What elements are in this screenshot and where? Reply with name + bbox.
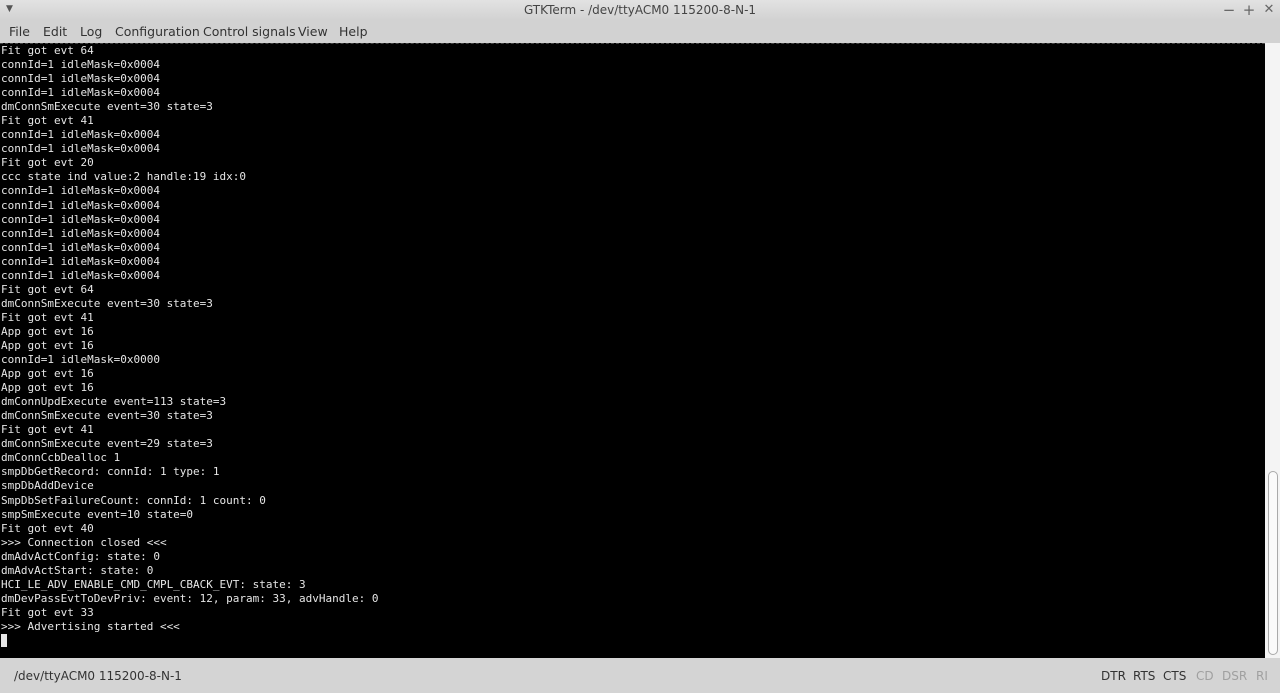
menu-help[interactable]: Help	[339, 24, 368, 39]
terminal-line: connId=1 idleMask=0x0004	[1, 254, 160, 268]
menu-view[interactable]: View	[298, 24, 328, 39]
terminal-line: dmConnUpdExecute event=113 state=3	[1, 395, 227, 409]
terminal-line: Fit got evt 20	[1, 156, 94, 170]
terminal-line: dmDevPassEvtToDevPriv: event: 12, param:…	[1, 591, 379, 605]
scrollbar-thumb[interactable]	[1268, 471, 1278, 655]
terminal-line: >>> Connection closed <<<	[1, 535, 167, 549]
vertical-scrollbar[interactable]	[1265, 43, 1280, 658]
terminal-line: connId=1 idleMask=0x0004	[1, 142, 160, 156]
terminal-line: Fit got evt 33	[1, 605, 94, 619]
window-title: GTKTerm - /dev/ttyACM0 115200-8-N-1	[523, 3, 757, 17]
terminal-line: Fit got evt 41	[1, 310, 94, 324]
terminal-line: dmConnSmExecute event=30 state=3	[1, 296, 213, 310]
menu-control-signals[interactable]: Control signals	[203, 24, 296, 39]
terminal-line: connId=1 idleMask=0x0004	[1, 212, 160, 226]
terminal-line: smpDbAddDevice	[1, 479, 94, 493]
menu-log[interactable]: Log	[80, 24, 102, 39]
terminal-line: smpDbGetRecord: connId: 1 type: 1	[1, 465, 220, 479]
terminal-line: connId=1 idleMask=0x0004	[1, 198, 160, 212]
terminal-line: App got evt 16	[1, 367, 94, 381]
terminal-line: connId=1 idleMask=0x0004	[1, 86, 160, 100]
signal-rts: RTS	[1133, 669, 1156, 683]
port-settings-label: /dev/ttyACM0 115200-8-N-1	[14, 669, 182, 683]
signal-dtr: DTR	[1101, 669, 1126, 683]
minimize-button[interactable]: −	[1221, 1, 1237, 19]
terminal-output[interactable]: Fit got evt 64 connId=1 idleMask=0x0004 co…	[0, 43, 1265, 658]
terminal-lines: Fit got evt 64 connId=1 idleMask=0x0004 co…	[1, 44, 379, 648]
terminal-line: dmAdvActConfig: state: 0	[1, 549, 160, 563]
terminal-line: Fit got evt 64	[1, 282, 94, 296]
terminal-line: dmConnSmExecute event=29 state=3	[1, 437, 213, 451]
close-button[interactable]: ✕	[1261, 2, 1277, 17]
signal-cts: CTS	[1163, 669, 1187, 683]
maximize-button[interactable]: +	[1241, 1, 1257, 19]
terminal-line: ccc state ind value:2 handle:19 idx:0	[1, 170, 247, 184]
terminal-line: dmConnSmExecute event=30 state=3	[1, 409, 213, 423]
terminal-line: dmConnCcbDealloc 1	[1, 451, 121, 465]
terminal-line: App got evt 16	[1, 381, 94, 395]
terminal-line: Fit got evt 40	[1, 521, 94, 535]
status-bar: /dev/ttyACM0 115200-8-N-1 DTR RTS CTS CD DSR…	[0, 658, 1280, 693]
signal-ri: RI	[1256, 669, 1268, 683]
terminal-line: SmpDbSetFailureCount: connId: 1 count: 0	[1, 493, 266, 507]
terminal-line: connId=1 idleMask=0x0004	[1, 240, 160, 254]
terminal-line: connId=1 idleMask=0x0004	[1, 128, 160, 142]
terminal-line: App got evt 16	[1, 338, 94, 352]
menu-file[interactable]: File	[9, 24, 30, 39]
terminal-line: connId=1 idleMask=0x0004	[1, 72, 160, 86]
menu-edit[interactable]: Edit	[43, 24, 67, 39]
terminal-line: connId=1 idleMask=0x0004	[1, 58, 160, 72]
terminal-line: HCI_LE_ADV_ENABLE_CMD_CMPL_CBACK_EVT: st…	[1, 577, 306, 591]
terminal-line: connId=1 idleMask=0x0004	[1, 268, 160, 282]
terminal-line: connId=1 idleMask=0x0004	[1, 226, 160, 240]
title-bar: ▼ GTKTerm - /dev/ttyACM0 115200-8-N-1 − …	[0, 0, 1280, 20]
terminal-cursor	[1, 633, 7, 647]
menu-configuration[interactable]: Configuration	[115, 24, 200, 39]
terminal-line: Fit got evt 64	[1, 44, 94, 57]
terminal-line: connId=1 idleMask=0x0000	[1, 353, 160, 367]
terminal-line: dmConnSmExecute event=30 state=3	[1, 100, 213, 114]
terminal-line: >>> Advertising started <<<	[1, 619, 180, 633]
signal-dsr: DSR	[1222, 669, 1248, 683]
menu-bar: File Edit Log Configuration Control sign…	[0, 20, 1280, 43]
terminal-line: smpSmExecute event=10 state=0	[1, 507, 194, 521]
terminal-line: Fit got evt 41	[1, 423, 94, 437]
signal-cd: CD	[1196, 669, 1214, 683]
terminal-line: Fit got evt 41	[1, 114, 94, 128]
terminal-line: App got evt 16	[1, 324, 94, 338]
terminal-line: dmAdvActStart: state: 0	[1, 563, 154, 577]
terminal-line: connId=1 idleMask=0x0004	[1, 184, 160, 198]
